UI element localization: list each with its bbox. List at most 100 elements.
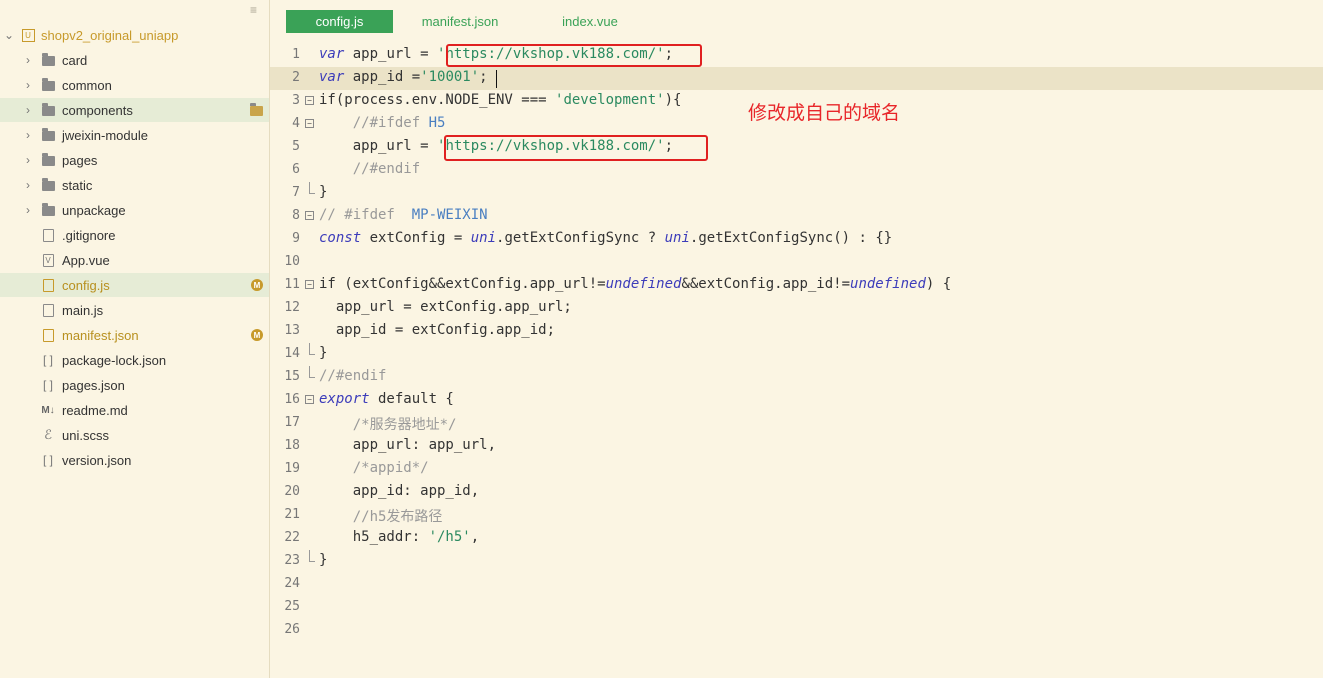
code-line: 9 const extConfig = uni.getExtConfigSync…	[270, 228, 1323, 251]
line-number: 4	[292, 116, 300, 131]
manifest-file-icon	[40, 327, 56, 343]
chevron-right-icon[interactable]: ›	[23, 178, 33, 192]
line-number: 9	[292, 231, 300, 246]
tree-file-main-js[interactable]: main.js	[0, 298, 269, 322]
project-root[interactable]: ⌄ U shopv2_original_uniapp	[0, 23, 269, 47]
chevron-right-icon[interactable]: ›	[23, 203, 33, 217]
line-number: 26	[284, 622, 300, 637]
code-line: 22 h5_addr: '/h5',	[270, 527, 1323, 550]
code-line: 8 − // #ifdef MP-WEIXIN	[270, 205, 1323, 228]
chevron-right-icon[interactable]: ›	[23, 53, 33, 67]
scss-file-icon: ℰ	[44, 427, 52, 442]
json-file-icon: [ ]	[42, 353, 53, 367]
tab-manifest-json[interactable]: manifest.json	[410, 10, 510, 33]
code-line: 13 app_id = extConfig.app_id;	[270, 320, 1323, 343]
line-number: 3	[292, 93, 300, 108]
editor-tab-bar: config.js manifest.json index.vue	[270, 0, 1323, 40]
tree-folder-unpackage[interactable]: › unpackage	[0, 198, 269, 222]
code-editor[interactable]: 1 var app_url = 'https://vkshop.vk188.co…	[270, 44, 1323, 678]
tree-item-label: jweixin-module	[62, 127, 148, 143]
line-number: 14	[284, 346, 300, 361]
line-number: 22	[284, 530, 300, 545]
tree-folder-jweixin-module[interactable]: › jweixin-module	[0, 123, 269, 147]
fold-toggle-icon[interactable]: −	[305, 119, 314, 128]
tree-item-label: config.js	[62, 277, 110, 293]
chevron-down-icon[interactable]: ⌄	[4, 28, 14, 42]
code-line: 24	[270, 573, 1323, 596]
folder-icon	[40, 127, 56, 143]
tree-file-readme-md[interactable]: M↓ readme.md	[0, 398, 269, 422]
modified-badge: M	[251, 279, 263, 291]
tree-folder-card[interactable]: › card	[0, 48, 269, 72]
tree-file-app-vue[interactable]: V App.vue	[0, 248, 269, 272]
code-line-current: 2 var app_id ='10001';	[270, 67, 1323, 90]
code-line: 18 app_url: app_url,	[270, 435, 1323, 458]
line-number: 24	[284, 576, 300, 591]
code-line: 23 }	[270, 550, 1323, 573]
code-line: 5 app_url = 'https://vkshop.vk188.com/';	[270, 136, 1323, 159]
line-number: 21	[284, 507, 300, 522]
folder-icon	[40, 177, 56, 193]
tree-item-label: manifest.json	[62, 327, 139, 343]
line-number: 1	[292, 47, 300, 62]
tree-item-label: card	[62, 52, 88, 68]
fold-end-marker	[309, 182, 315, 194]
tree-file-config-js[interactable]: config.js M	[0, 273, 269, 297]
tree-item-label: uni.scss	[62, 427, 109, 443]
folder-icon	[40, 202, 56, 218]
line-number: 23	[284, 553, 300, 568]
collapse-menu-icon[interactable]: ≡	[250, 3, 257, 17]
line-number: 16	[284, 392, 300, 407]
tree-item-label: pages.json	[62, 377, 125, 393]
chevron-right-icon[interactable]: ›	[23, 103, 33, 117]
tree-item-label: readme.md	[62, 402, 128, 418]
fold-toggle-icon[interactable]: −	[305, 280, 314, 289]
tab-config-js[interactable]: config.js	[286, 10, 393, 33]
code-line: 7 }	[270, 182, 1323, 205]
line-number: 5	[292, 139, 300, 154]
tree-folder-static[interactable]: › static	[0, 173, 269, 197]
chevron-right-icon[interactable]: ›	[23, 128, 33, 142]
code-line: 1 var app_url = 'https://vkshop.vk188.co…	[270, 44, 1323, 67]
tree-file-uni-scss[interactable]: ℰ uni.scss	[0, 423, 269, 447]
tree-file-manifest-json[interactable]: manifest.json M	[0, 323, 269, 347]
js-file-icon	[40, 302, 56, 318]
code-line: 17 /*服务器地址*/	[270, 412, 1323, 435]
tree-file-package-lock-json[interactable]: [ ] package-lock.json	[0, 348, 269, 372]
line-number: 19	[284, 461, 300, 476]
highlight-box-url-2	[444, 135, 708, 161]
code-line: 20 app_id: app_id,	[270, 481, 1323, 504]
tree-item-label: main.js	[62, 302, 104, 318]
tree-file-pages-json[interactable]: [ ] pages.json	[0, 373, 269, 397]
open-folder-icon[interactable]	[248, 102, 264, 118]
tab-index-vue[interactable]: index.vue	[550, 10, 630, 33]
js-file-icon	[40, 277, 56, 293]
line-number: 6	[292, 162, 300, 177]
code-line: 25	[270, 596, 1323, 619]
line-number: 12	[284, 300, 300, 315]
line-number: 2	[292, 70, 300, 85]
tree-file-gitignore[interactable]: .gitignore	[0, 223, 269, 247]
fold-toggle-icon[interactable]: −	[305, 96, 314, 105]
folder-icon	[40, 77, 56, 93]
fold-toggle-icon[interactable]: −	[305, 211, 314, 220]
line-number: 13	[284, 323, 300, 338]
highlight-box-url-1	[446, 44, 702, 67]
tree-item-label: version.json	[62, 452, 132, 468]
file-icon	[40, 227, 56, 243]
line-number: 15	[284, 369, 300, 384]
fold-toggle-icon[interactable]: −	[305, 395, 314, 404]
line-number: 8	[292, 208, 300, 223]
chevron-right-icon[interactable]: ›	[23, 78, 33, 92]
markdown-file-icon: M↓	[41, 404, 55, 416]
line-number: 25	[284, 599, 300, 614]
code-line: 6 //#endif	[270, 159, 1323, 182]
tree-file-version-json[interactable]: [ ] version.json	[0, 448, 269, 472]
tree-folder-pages[interactable]: › pages	[0, 148, 269, 172]
tree-item-label: unpackage	[62, 202, 126, 218]
tree-item-label: .gitignore	[62, 227, 116, 243]
code-line: 19 /*appid*/	[270, 458, 1323, 481]
tree-folder-common[interactable]: › common	[0, 73, 269, 97]
tree-folder-components[interactable]: › components	[0, 98, 269, 122]
chevron-right-icon[interactable]: ›	[23, 153, 33, 167]
